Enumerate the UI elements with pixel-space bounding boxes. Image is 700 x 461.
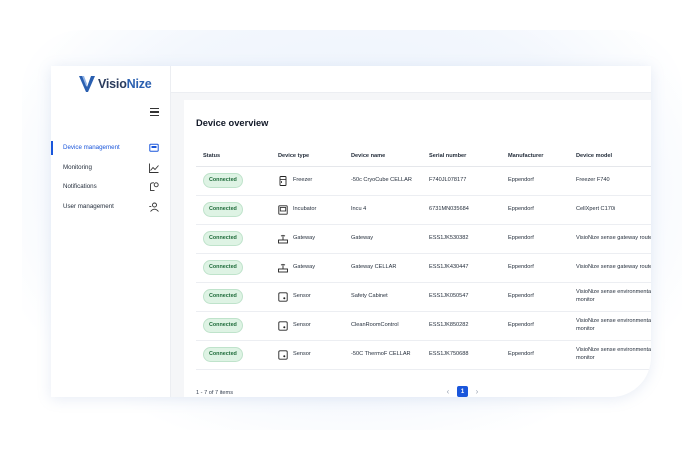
sensor-icon	[278, 349, 288, 360]
manufacturer: Eppendorf	[501, 224, 569, 254]
device-name: Gateway	[344, 224, 422, 254]
status-badge: Connected	[203, 173, 243, 188]
device-name: Safety Cabinet	[344, 282, 422, 312]
manufacturer: Eppendorf	[501, 282, 569, 312]
bell-icon	[150, 182, 159, 191]
top-bar	[171, 66, 651, 93]
gateway-icon	[278, 234, 288, 243]
column-header-serial-number[interactable]: Serial number	[422, 146, 501, 167]
table-row[interactable]: Connected Freezer -50c CryoCube CELLAR F…	[196, 166, 651, 196]
sidebar-item-label: Notifications	[63, 183, 97, 191]
sensor-icon	[278, 320, 288, 331]
prev-page-icon[interactable]: ‹	[444, 387, 452, 396]
status-badge: Connected	[203, 289, 243, 304]
sidebar-nav: Device management Monitoring Notificatio…	[51, 138, 171, 216]
status-badge: Connected	[203, 318, 243, 333]
brand-name: VisioNize	[98, 77, 152, 91]
serial-number: 6731MN035684	[422, 195, 501, 225]
device-name: CleanRoomControl	[344, 311, 422, 341]
device-model: VisioNize sense gateway router	[569, 253, 651, 283]
sidebar-item-label: Device management	[63, 144, 120, 152]
serial-number: ESS1JK430447	[422, 253, 501, 283]
sidebar-item-notifications[interactable]: Notifications	[51, 177, 171, 197]
device-model: VisioNize sense environmental monitor	[569, 340, 651, 370]
device-name: -50c CryoCube CELLAR	[344, 166, 422, 196]
menu-toggle-icon[interactable]	[150, 108, 159, 116]
brand-logo[interactable]: VisioNize	[79, 74, 152, 94]
table-row[interactable]: Connected Gateway Gateway CELLAR ESS1JK4…	[196, 253, 651, 283]
serial-number: ESS1JK050547	[422, 282, 501, 312]
manufacturer: Eppendorf	[501, 311, 569, 341]
device-table: Status Device type Device name Serial nu…	[196, 146, 651, 370]
table-row[interactable]: Connected Sensor Safety Cabinet ESS1JK05…	[196, 282, 651, 312]
pagination: ‹ 1 ›	[444, 386, 481, 397]
user-icon	[149, 202, 159, 212]
sidebar-item-monitoring[interactable]: Monitoring	[51, 158, 171, 178]
device-type-label: Freezer	[293, 176, 313, 183]
serial-number: ESS1JK750688	[422, 340, 501, 370]
column-header-status[interactable]: Status	[196, 146, 271, 167]
device-type-label: Sensor	[293, 321, 311, 328]
logo-mark-icon	[79, 76, 95, 92]
chart-icon	[149, 163, 159, 173]
sidebar-item-label: Monitoring	[63, 163, 92, 171]
status-badge: Connected	[203, 347, 243, 362]
device-type-label: Gateway	[293, 263, 316, 270]
device-type-label: Sensor	[293, 292, 311, 299]
status-badge: Connected	[203, 260, 243, 275]
table-row[interactable]: Connected Sensor CleanRoomControl ESS1JK…	[196, 311, 651, 341]
page-title: Device overview	[196, 118, 269, 128]
manufacturer: Eppendorf	[501, 195, 569, 225]
serial-number: F740JL078177	[422, 166, 501, 196]
device-name: Incu 4	[344, 195, 422, 225]
device-overview-card: Device overview Status Device type Devic…	[184, 100, 651, 397]
table-row[interactable]: Connected Gateway Gateway ESS1JK530382 E…	[196, 224, 651, 254]
status-badge: Connected	[203, 202, 243, 217]
sidebar-item-user-management[interactable]: User management	[51, 197, 171, 217]
sidebar-item-device-management[interactable]: Device management	[51, 138, 171, 158]
main-content: Device overview Status Device type Devic…	[171, 93, 651, 397]
incubator-icon	[278, 204, 288, 215]
serial-number: ESS1JK850282	[422, 311, 501, 341]
app-window: VisioNize Device management Monitoring N…	[51, 66, 651, 397]
column-header-device-model[interactable]: Device model	[569, 146, 651, 167]
manufacturer: Eppendorf	[501, 253, 569, 283]
device-name: -50C ThermoF CELLAR	[344, 340, 422, 370]
device-model: VisioNize sense environmental monitor	[569, 311, 651, 341]
gateway-icon	[278, 263, 288, 272]
page-button-current[interactable]: 1	[457, 386, 468, 397]
device-model: CellXpert C170i	[569, 195, 651, 225]
column-header-manufacturer[interactable]: Manufacturer	[501, 146, 569, 167]
sidebar-item-label: User management	[63, 202, 114, 210]
table-header-row: Status Device type Device name Serial nu…	[196, 146, 651, 167]
device-model: Freezer F740	[569, 166, 651, 196]
device-model: VisioNize sense gateway router	[569, 224, 651, 254]
sensor-icon	[278, 291, 288, 302]
freezer-icon	[279, 175, 287, 186]
sidebar: VisioNize Device management Monitoring N…	[51, 66, 171, 397]
device-type-label: Sensor	[293, 350, 311, 357]
device-model: VisioNize sense environmental monitor	[569, 282, 651, 312]
next-page-icon[interactable]: ›	[473, 387, 481, 396]
items-count: 1 - 7 of 7 items	[196, 390, 233, 396]
column-header-device-name[interactable]: Device name	[344, 146, 422, 167]
device-type-label: Gateway	[293, 234, 316, 241]
table-row[interactable]: Connected Sensor -50C ThermoF CELLAR ESS…	[196, 340, 651, 370]
status-badge: Connected	[203, 231, 243, 246]
manufacturer: Eppendorf	[501, 166, 569, 196]
manufacturer: Eppendorf	[501, 340, 569, 370]
serial-number: ESS1JK530382	[422, 224, 501, 254]
device-icon	[149, 143, 159, 152]
device-type-label: Incubator	[293, 205, 317, 212]
device-name: Gateway CELLAR	[344, 253, 422, 283]
column-header-device-type[interactable]: Device type	[271, 146, 344, 167]
table-row[interactable]: Connected Incubator Incu 4 6731MN035684 …	[196, 195, 651, 225]
